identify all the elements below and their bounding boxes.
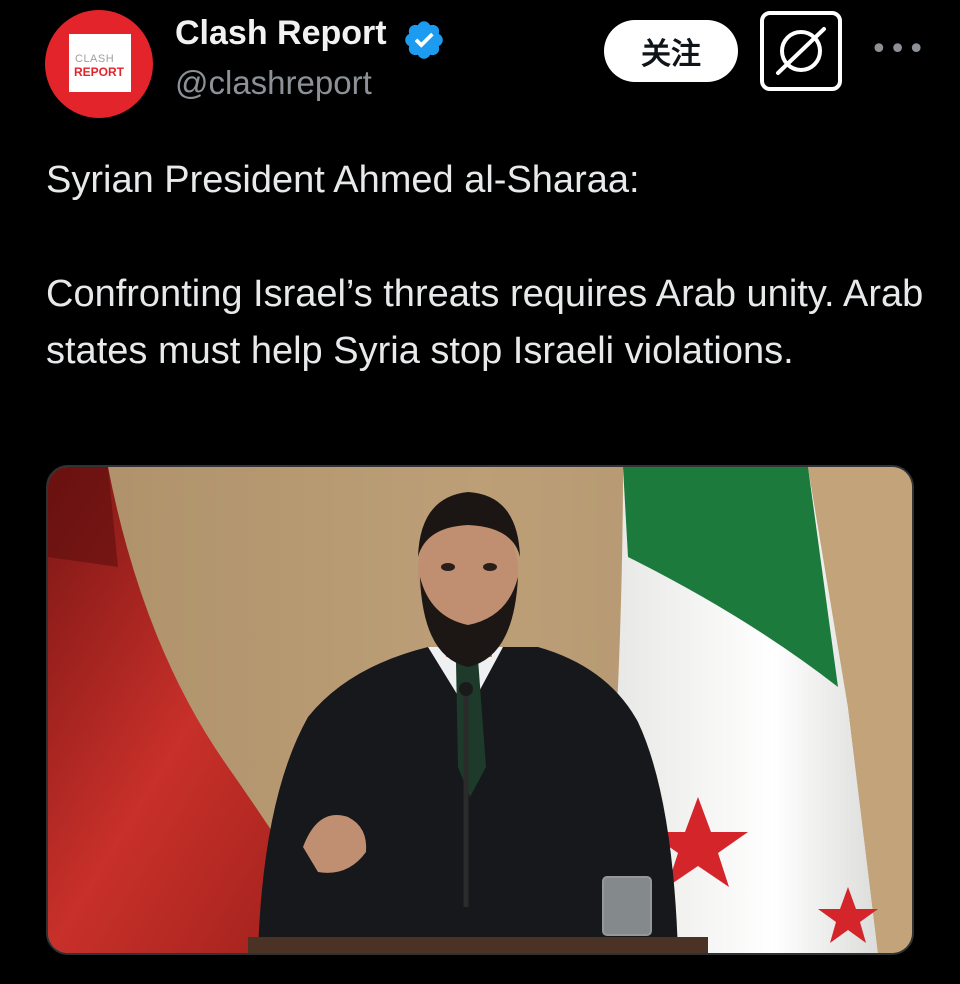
speaker-photo [48,467,912,953]
verified-badge-icon [405,21,443,59]
grok-button[interactable] [760,11,842,91]
author-display-name[interactable]: Clash Report [175,14,387,53]
tweet-media-image[interactable] [46,465,914,955]
avatar[interactable]: CLASH REPORT [45,10,153,118]
more-options-icon[interactable]: ••• [870,30,925,70]
avatar-logo-text-bottom: REPORT [74,65,125,79]
avatar-logo-text-top: CLASH [75,53,115,65]
author-handle[interactable]: @clashreport [175,64,372,102]
follow-button[interactable]: 关注 [604,20,738,82]
tweet-text: Syrian President Ahmed al-Sharaa: Confro… [46,159,924,372]
tweet-header: CLASH REPORT Clash Report @clashreport 关… [0,0,960,130]
grok-icon [776,27,826,75]
